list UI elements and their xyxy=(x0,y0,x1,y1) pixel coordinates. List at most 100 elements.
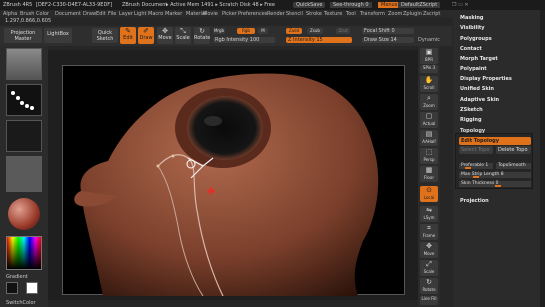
menu-item[interactable]: Preferences xyxy=(238,11,267,17)
palette-item-masking[interactable]: Masking xyxy=(460,15,484,21)
z-intensity-slider[interactable]: Z Intensity 15 xyxy=(286,37,352,43)
palette-item-rigging[interactable]: Rigging xyxy=(460,117,482,123)
menu-item[interactable]: Zscript xyxy=(423,11,440,17)
menu-item[interactable]: Texture xyxy=(324,11,342,17)
aahalf-button[interactable]: ▤ AAHalf xyxy=(420,130,438,146)
menu-item[interactable]: Picker xyxy=(222,11,237,17)
menu-item[interactable]: Marker xyxy=(165,11,182,17)
palette-item-morph-target[interactable]: Morph Target xyxy=(460,56,498,62)
zoom-button[interactable]: ⌕ Zoom xyxy=(420,94,438,110)
floor-button[interactable]: ▦ Floor xyxy=(420,166,438,182)
edit-button[interactable]: ✎ Edit xyxy=(120,27,136,44)
rgb-intensity-slider[interactable]: Rgb Intensity 100 xyxy=(213,37,275,43)
rotate-button[interactable]: ↻ Rotate xyxy=(194,27,210,44)
projection-master-button[interactable]: Projection Master xyxy=(4,28,42,43)
focal-shift-slider[interactable]: Focal Shift 0 xyxy=(362,28,414,34)
menu-item[interactable]: Stencil xyxy=(286,11,303,17)
zadd-toggle[interactable]: Zadd xyxy=(286,28,302,34)
delete-topo-button[interactable]: Delete Topo xyxy=(496,146,531,154)
move-view-button[interactable]: ✥ Move xyxy=(420,242,438,258)
palette-scrollbar[interactable] xyxy=(540,10,545,307)
menu-item[interactable]: Alpha xyxy=(3,11,17,17)
menu-item[interactable]: Document xyxy=(55,11,81,17)
move-view-label: Move xyxy=(423,251,435,256)
quick-sketch-button[interactable]: Quick Sketch xyxy=(92,28,118,43)
line-fill-button[interactable]: Line Fill xyxy=(420,296,438,305)
menu-item[interactable]: Color xyxy=(36,11,49,17)
scale-button[interactable]: ⤡ Scale xyxy=(175,27,191,44)
dynamic-toggle[interactable]: Dynamic xyxy=(418,37,440,43)
draw-size-slider[interactable]: Draw Size 14 xyxy=(362,37,414,43)
palette-item-display-properties[interactable]: Display Properties xyxy=(460,76,512,82)
document-viewport[interactable] xyxy=(62,65,405,297)
zcut-toggle[interactable]: Zcut xyxy=(336,28,350,34)
menu-item[interactable]: Stroke xyxy=(306,11,322,17)
actual-button[interactable]: ▢ Actual xyxy=(420,112,438,128)
see-through-slider[interactable]: See-through 0 xyxy=(330,2,372,8)
color-picker[interactable] xyxy=(6,236,42,270)
rotate-view-icon: ↻ xyxy=(426,278,432,286)
mrgb-toggle[interactable]: Mrgb xyxy=(213,28,225,34)
menu-item[interactable]: Transform xyxy=(360,11,385,17)
scroll-button[interactable]: ✋ Scroll xyxy=(420,76,438,92)
texture-thumbnail[interactable] xyxy=(6,156,42,192)
palette-item-polypaint[interactable]: Polypaint xyxy=(460,66,487,72)
scale-view-label: Scale xyxy=(423,269,435,274)
alpha-thumbnail[interactable] xyxy=(6,120,42,152)
lsym-button[interactable]: ⇋ LSym xyxy=(420,206,438,222)
scale-view-button[interactable]: ⤢ Scale xyxy=(420,260,438,276)
move-label: Move xyxy=(158,35,172,41)
window-controls-icon[interactable]: ❐ ▭ ✕ xyxy=(452,2,469,8)
zsub-toggle[interactable]: Zsub xyxy=(307,28,323,34)
secondary-color-swatch[interactable] xyxy=(26,282,38,294)
material-thumbnail[interactable] xyxy=(6,196,42,232)
frame-button[interactable]: ⌗ Frame xyxy=(420,224,438,240)
palette-item-polygroups[interactable]: Polygroups xyxy=(460,36,492,42)
rotate-view-button[interactable]: ↻ Rotate xyxy=(420,278,438,294)
persp-button[interactable]: ⬚ Persp xyxy=(420,148,438,164)
main-color-swatch[interactable] xyxy=(6,282,18,294)
menu-item[interactable]: Draw xyxy=(83,11,96,17)
menu-item[interactable]: Movie xyxy=(203,11,218,17)
menu-item[interactable]: File xyxy=(108,11,116,17)
menu-item[interactable]: Layer xyxy=(119,11,133,17)
palette-item-zsketch[interactable]: ZSketch xyxy=(460,107,483,113)
palette-item-projection[interactable]: Projection xyxy=(460,198,489,204)
move-button[interactable]: ✥ Move xyxy=(157,27,173,44)
local-label: Local xyxy=(423,195,435,200)
edit-topology-button[interactable]: Edit Topology xyxy=(459,137,531,145)
menu-item[interactable]: Light xyxy=(134,11,146,17)
menu-item[interactable]: Zoom xyxy=(388,11,402,17)
brush-thumbnail[interactable] xyxy=(6,48,42,80)
rgb-toggle[interactable]: Rgb xyxy=(237,28,255,34)
scale-view-icon: ⤢ xyxy=(426,260,432,268)
menu-item[interactable]: Brush xyxy=(20,11,34,17)
lightbox-button[interactable]: LightBox xyxy=(44,28,72,43)
max-strip-length-slider[interactable]: Max Strip Length 8 xyxy=(459,172,531,178)
menu-item[interactable]: Zplugin xyxy=(403,11,422,17)
menu-item[interactable]: Render xyxy=(267,11,285,17)
bpr-button[interactable]: ▣ BPR xyxy=(420,48,438,64)
draw-button[interactable]: ✐ Draw xyxy=(138,27,154,44)
default-script-button[interactable]: DefaultZScript xyxy=(398,2,441,8)
lsym-icon: ⇋ xyxy=(426,206,432,214)
quicksave-button[interactable]: QuickSave xyxy=(293,2,326,8)
menu-item[interactable]: Tool xyxy=(346,11,356,17)
skin-thickness-slider[interactable]: Skin Thickness 0 xyxy=(459,181,531,187)
select-topo-button[interactable]: Select Topo xyxy=(459,146,493,154)
preferable-slider[interactable]: Preferable 1 xyxy=(459,163,493,169)
local-button[interactable]: ⊙ Local xyxy=(420,186,438,202)
menus-button[interactable]: Menus xyxy=(378,2,401,8)
palette-item-visibility[interactable]: Visibility xyxy=(460,25,485,31)
menu-item[interactable]: Edit xyxy=(96,11,106,17)
switch-color-label[interactable]: SwitchColor xyxy=(6,300,36,306)
spix-slider[interactable]: SPix 3 xyxy=(420,65,438,73)
palette-item-unified-skin[interactable]: Unified Skin xyxy=(460,86,494,92)
topo-smooth-slider[interactable]: TopoSmooth xyxy=(496,163,531,169)
palette-item-contact[interactable]: Contact xyxy=(460,46,482,52)
palette-item-adaptive-skin[interactable]: Adaptive Skin xyxy=(460,97,499,103)
topology-header[interactable]: Topology xyxy=(460,128,485,134)
stroke-thumbnail[interactable] xyxy=(6,84,42,116)
m-toggle[interactable]: M xyxy=(258,28,268,34)
menu-item[interactable]: Macro xyxy=(148,11,163,17)
